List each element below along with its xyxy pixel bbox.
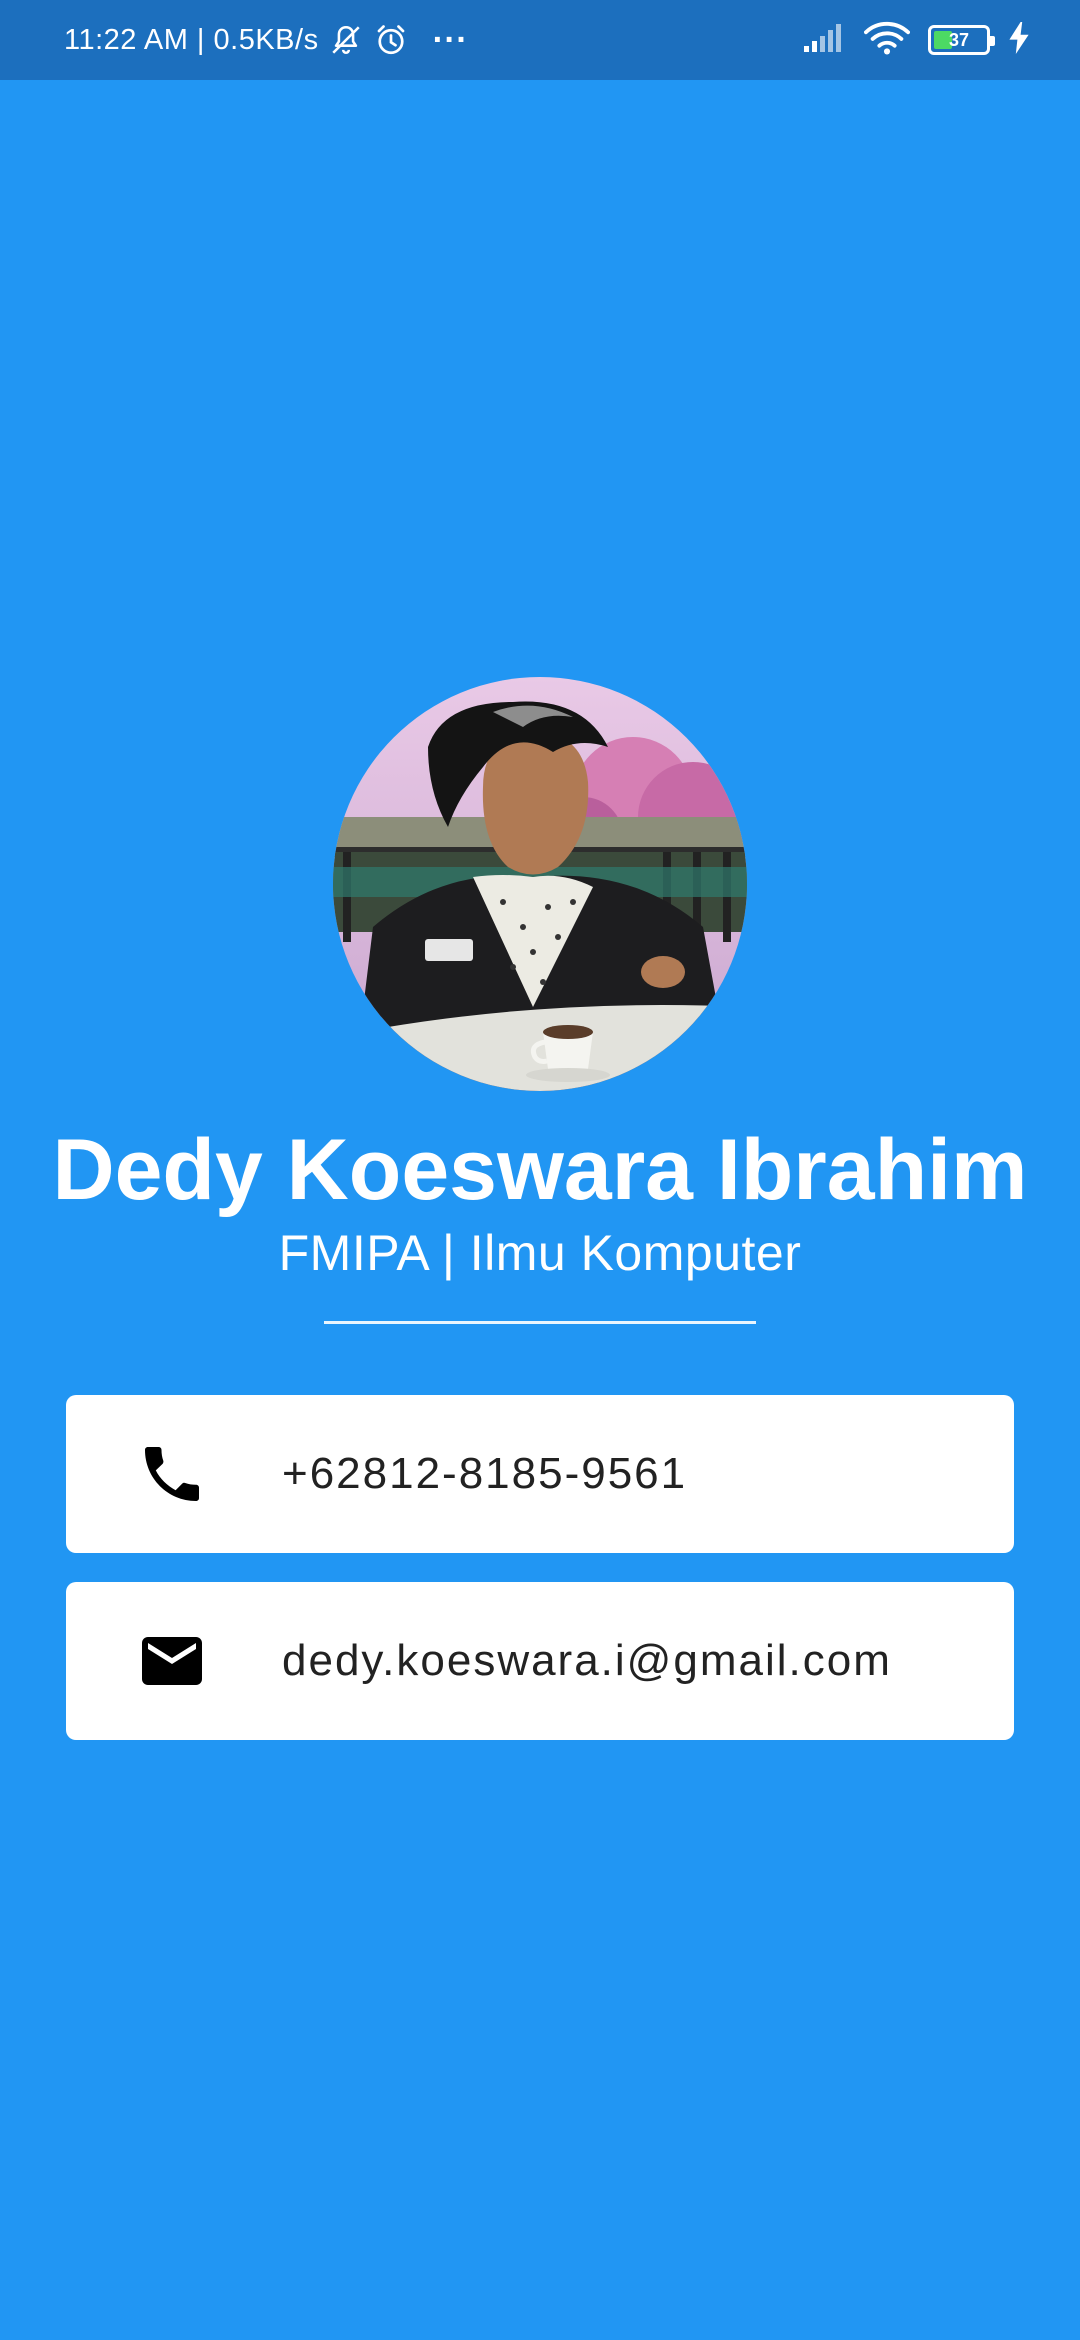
battery-level: 37 <box>948 29 970 50</box>
phone-icon <box>136 1438 208 1510</box>
more-dots-icon: ··· <box>432 20 469 59</box>
profile-subtitle: FMIPA | Ilmu Komputer <box>278 1225 802 1281</box>
status-bar-left: 11:22 AM | 0.5KB/s ··· <box>64 0 468 80</box>
status-bar-right: 37 <box>802 0 1030 80</box>
charging-bolt-icon <box>1008 21 1030 59</box>
profile-avatar <box>333 677 747 1091</box>
signal-icon <box>802 22 846 59</box>
divider <box>324 1321 756 1324</box>
phone-number: +62812-8185-9561 <box>282 1449 688 1498</box>
profile-name: Dedy Koeswara Ibrahim <box>52 1122 1028 1218</box>
battery-nub <box>990 36 995 46</box>
battery-icon: 37 <box>928 25 995 55</box>
mute-bell-icon <box>329 23 363 57</box>
mail-icon <box>136 1625 208 1697</box>
status-time-speed: 11:22 AM | 0.5KB/s <box>64 23 319 56</box>
wifi-icon <box>864 20 910 61</box>
alarm-clock-icon <box>373 22 409 58</box>
phone-card[interactable]: +62812-8185-9561 <box>66 1395 1014 1553</box>
status-bar: 11:22 AM | 0.5KB/s ··· 37 <box>0 0 1080 80</box>
email-card[interactable]: dedy.koeswara.i@gmail.com <box>66 1582 1014 1740</box>
email-address: dedy.koeswara.i@gmail.com <box>282 1636 892 1685</box>
